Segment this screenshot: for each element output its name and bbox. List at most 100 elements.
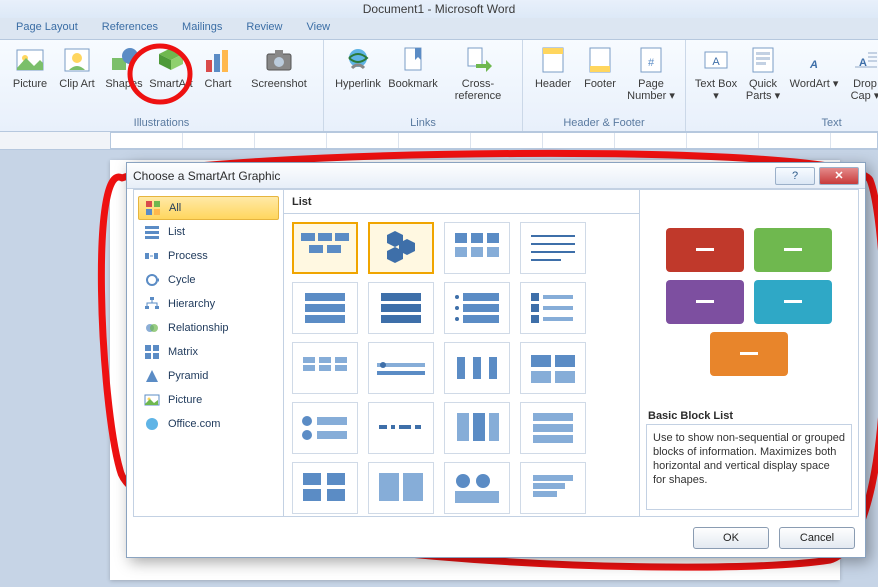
wordart-button[interactable]: A WordArt ▾: [788, 42, 840, 115]
clip-art-button[interactable]: Clip Art: [55, 42, 99, 115]
thumb-square-accent[interactable]: [520, 282, 586, 334]
picture-button[interactable]: Picture: [8, 42, 52, 115]
tab-mailings[interactable]: Mailings: [172, 18, 232, 39]
svg-text:A: A: [809, 59, 818, 71]
thumb-basic-block-list[interactable]: [292, 222, 358, 274]
category-panel: All List Process Cycle Hierarchy Relatio…: [134, 190, 284, 516]
window-title: Document1 - Microsoft Word: [0, 0, 878, 18]
screenshot-icon: [263, 44, 295, 76]
thumb-continuous-picture[interactable]: [444, 462, 510, 514]
ruler: [0, 132, 878, 150]
preview-panel: Basic Block List Use to show non-sequent…: [640, 190, 858, 516]
footer-button[interactable]: Footer: [578, 42, 622, 115]
screenshot-button[interactable]: Screenshot: [243, 42, 315, 115]
thumb-increasing-circle[interactable]: [368, 342, 434, 394]
shapes-button[interactable]: Shapes: [102, 42, 146, 115]
thumb-vertical-block[interactable]: [520, 402, 586, 454]
clip-art-icon: [61, 44, 93, 76]
hyperlink-icon: [342, 44, 374, 76]
all-icon: [145, 200, 161, 216]
group-header-footer: Header Footer # Page Number ▾ Header & F…: [523, 40, 686, 131]
text-box-icon: A: [700, 44, 732, 76]
preview-description: Use to show non-sequential or grouped bl…: [646, 424, 852, 510]
preview-title: Basic Block List: [640, 406, 858, 424]
ok-button[interactable]: OK: [693, 527, 769, 549]
smartart-icon: [155, 44, 187, 76]
thumb-horizontal-bullet[interactable]: [292, 402, 358, 454]
picture-icon: [14, 44, 46, 76]
ribbon-tabs: Page Layout References Mailings Review V…: [0, 18, 878, 40]
category-cycle[interactable]: Cycle: [138, 268, 279, 292]
ribbon: Picture Clip Art Shapes SmartArt Chart S…: [0, 40, 878, 132]
category-list[interactable]: List: [138, 220, 279, 244]
cancel-button[interactable]: Cancel: [779, 527, 855, 549]
dialog-help-button[interactable]: ?: [775, 167, 815, 185]
quick-parts-button[interactable]: Quick Parts ▾: [741, 42, 785, 115]
header-icon: [537, 44, 569, 76]
drop-cap-button[interactable]: A Drop Cap ▾: [843, 42, 878, 115]
list-icon: [144, 224, 160, 240]
shapes-icon: [108, 44, 140, 76]
thumb-picture-caption[interactable]: [444, 222, 510, 274]
matrix-icon: [144, 344, 160, 360]
thumb-tab-list[interactable]: [520, 342, 586, 394]
cross-reference-icon: [462, 44, 494, 76]
page-number-icon: #: [635, 44, 667, 76]
bookmark-button[interactable]: Bookmark: [387, 42, 439, 115]
gallery-scroll[interactable]: [284, 214, 639, 516]
pyramid-icon: [144, 368, 160, 384]
gallery-panel: List: [284, 190, 640, 516]
thumb-varying-width[interactable]: [368, 402, 434, 454]
category-matrix[interactable]: Matrix: [138, 340, 279, 364]
footer-icon: [584, 44, 616, 76]
category-process[interactable]: Process: [138, 244, 279, 268]
tab-view[interactable]: View: [296, 18, 340, 39]
category-pyramid[interactable]: Pyramid: [138, 364, 279, 388]
thumb-descending-block[interactable]: [520, 462, 586, 514]
thumb-vertical-curved[interactable]: [444, 402, 510, 454]
category-picture[interactable]: Picture: [138, 388, 279, 412]
relationship-icon: [144, 320, 160, 336]
thumb-bullet-box[interactable]: [444, 282, 510, 334]
picture-cat-icon: [144, 392, 160, 408]
dialog-title: Choose a SmartArt Graphic: [133, 169, 771, 183]
preview-image: [640, 190, 858, 406]
category-relationship[interactable]: Relationship: [138, 316, 279, 340]
drop-cap-icon: A: [849, 44, 878, 76]
cycle-icon: [144, 272, 160, 288]
thumb-vertical-box-2[interactable]: [368, 282, 434, 334]
chart-button[interactable]: Chart: [196, 42, 240, 115]
thumb-lined-list[interactable]: [520, 222, 586, 274]
thumb-grouped-1[interactable]: [292, 462, 358, 514]
page-number-button[interactable]: # Page Number ▾: [625, 42, 677, 115]
svg-text:A: A: [712, 56, 720, 68]
office-icon: [144, 416, 160, 432]
group-text: A Text Box ▾ Quick Parts ▾ A WordArt ▾ A…: [686, 40, 878, 131]
tab-references[interactable]: References: [92, 18, 168, 39]
tab-review[interactable]: Review: [236, 18, 292, 39]
thumb-alternating-hex[interactable]: [368, 222, 434, 274]
gallery-title: List: [284, 190, 639, 214]
smartart-dialog: Choose a SmartArt Graphic ? ✕ All List P…: [126, 162, 866, 558]
smartart-button[interactable]: SmartArt: [149, 42, 193, 115]
header-button[interactable]: Header: [531, 42, 575, 115]
hierarchy-icon: [144, 296, 160, 312]
group-illustrations: Picture Clip Art Shapes SmartArt Chart S…: [0, 40, 324, 131]
thumb-vertical-box[interactable]: [292, 282, 358, 334]
cross-reference-button[interactable]: Cross-reference: [442, 42, 514, 115]
thumb-grouped-2[interactable]: [368, 462, 434, 514]
text-box-button[interactable]: A Text Box ▾: [694, 42, 738, 115]
quick-parts-icon: [747, 44, 779, 76]
dialog-close-button[interactable]: ✕: [819, 167, 859, 185]
hyperlink-button[interactable]: Hyperlink: [332, 42, 384, 115]
thumb-stacked-list[interactable]: [292, 342, 358, 394]
bookmark-icon: [397, 44, 429, 76]
category-hierarchy[interactable]: Hierarchy: [138, 292, 279, 316]
dialog-titlebar[interactable]: Choose a SmartArt Graphic ? ✕: [127, 163, 865, 189]
thumb-pie-process[interactable]: [444, 342, 510, 394]
category-office-com[interactable]: Office.com: [138, 412, 279, 436]
process-icon: [144, 248, 160, 264]
tab-page-layout[interactable]: Page Layout: [6, 18, 88, 39]
wordart-icon: A: [798, 44, 830, 76]
category-all[interactable]: All: [138, 196, 279, 220]
